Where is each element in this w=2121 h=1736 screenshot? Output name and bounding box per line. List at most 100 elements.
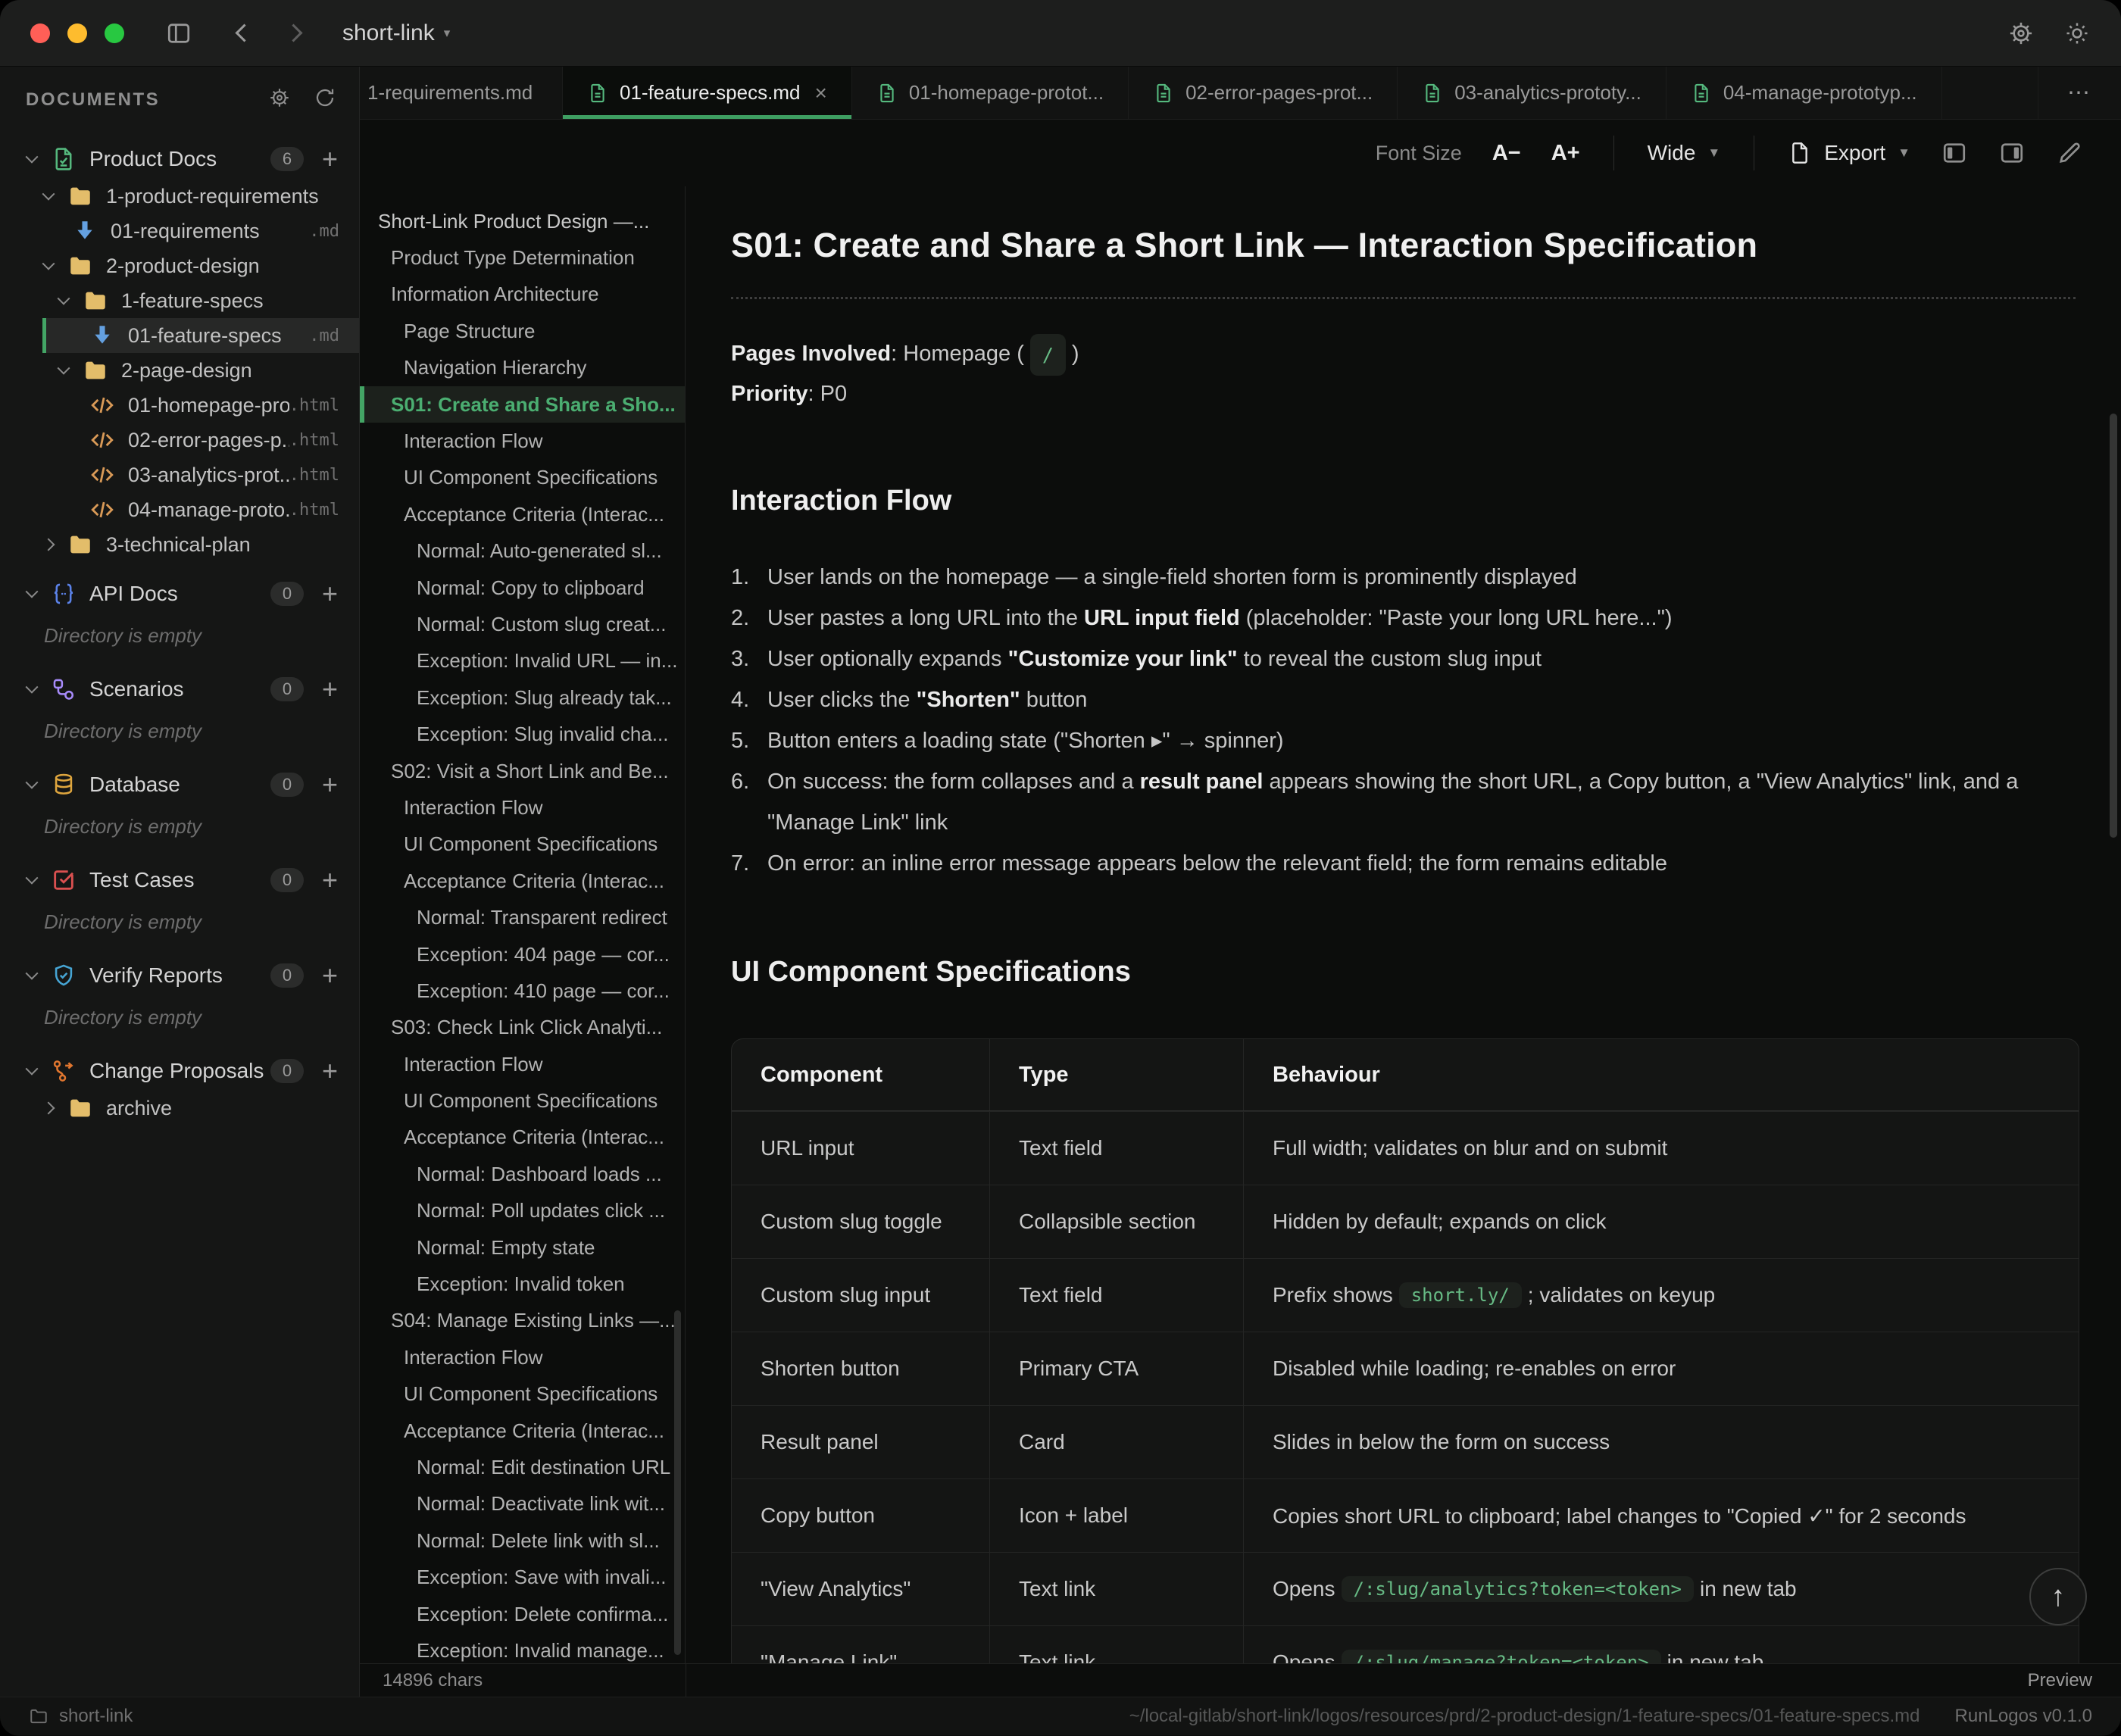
sidebar-section-verify-reports[interactable]: Verify Reports0+: [0, 956, 359, 995]
flow-item-text: User optionally expands "Customize your …: [767, 639, 1542, 679]
sidebar-section-api-docs[interactable]: API Docs0+: [0, 574, 359, 614]
gear-icon[interactable]: [2007, 20, 2035, 47]
tab-04-manage-prototyp-[interactable]: 04-manage-prototyp...: [1666, 67, 1942, 119]
toc-item[interactable]: Normal: Custom slug creat...: [360, 606, 685, 642]
toc-item[interactable]: Acceptance Criteria (Interac...: [360, 863, 685, 899]
toc-item[interactable]: Normal: Dashboard loads ...: [360, 1156, 685, 1192]
sidebar-item-archive[interactable]: archive: [0, 1091, 359, 1126]
sidebar-item-01-requirements[interactable]: 01-requirements.md: [0, 214, 359, 248]
toc-item[interactable]: Normal: Transparent redirect: [360, 899, 685, 935]
toc-item[interactable]: Normal: Copy to clipboard: [360, 570, 685, 606]
sidebar-item-2-page-design[interactable]: 2-page-design: [0, 353, 359, 388]
tab-02-error-pages-prot-[interactable]: 02-error-pages-prot...: [1129, 67, 1398, 119]
close-window-button[interactable]: [30, 23, 50, 43]
add-button[interactable]: +: [322, 962, 338, 989]
toc-item[interactable]: S01: Create and Share a Sho...: [360, 386, 685, 423]
toc-item[interactable]: Normal: Delete link with sl...: [360, 1522, 685, 1559]
toc-item[interactable]: Interaction Flow: [360, 1339, 685, 1375]
tab-1-requirements-md[interactable]: 1-requirements.md: [360, 67, 563, 119]
tab-01-homepage-protot-[interactable]: 01-homepage-protot...: [852, 67, 1129, 119]
toc-item[interactable]: Exception: Save with invali...: [360, 1559, 685, 1595]
tab-01-feature-specs-md[interactable]: 01-feature-specs.md×: [563, 67, 852, 119]
toc-item[interactable]: Normal: Auto-generated sl...: [360, 533, 685, 570]
forward-icon[interactable]: [284, 23, 302, 42]
window-title[interactable]: short-link ▾: [342, 20, 450, 46]
panel-left-toggle-icon[interactable]: [1941, 139, 1968, 167]
add-button[interactable]: +: [322, 1057, 338, 1085]
flow-item-text: Button enters a loading state ("Shorten …: [767, 720, 1284, 761]
toc-item[interactable]: Information Architecture: [360, 276, 685, 313]
toc-item[interactable]: Acceptance Criteria (Interac...: [360, 1413, 685, 1449]
toc-item[interactable]: Exception: Invalid token: [360, 1266, 685, 1302]
toc-item[interactable]: Exception: Delete confirma...: [360, 1596, 685, 1632]
toc-scrollbar[interactable]: [674, 1310, 681, 1655]
main-scrollbar[interactable]: [2110, 414, 2117, 838]
sun-icon[interactable]: [2063, 20, 2091, 47]
sidebar-item-1-product-requirements[interactable]: 1-product-requirements: [0, 179, 359, 214]
sidebar-toggle-icon[interactable]: [165, 20, 192, 47]
edit-pencil-icon[interactable]: [2056, 139, 2083, 167]
add-button[interactable]: +: [322, 676, 338, 703]
refresh-icon[interactable]: [314, 86, 336, 114]
toc-item[interactable]: Exception: 410 page — cor...: [360, 973, 685, 1009]
toc-item[interactable]: Navigation Hierarchy: [360, 350, 685, 386]
cell-type: Primary CTA: [989, 1332, 1243, 1405]
add-button[interactable]: +: [322, 771, 338, 798]
sidebar-item-04-manage-proto-[interactable]: 04-manage-proto....html: [0, 492, 359, 527]
sidebar-section-scenarios[interactable]: Scenarios0+: [0, 670, 359, 709]
sidebar-section-product-docs[interactable]: Product Docs6+: [0, 139, 359, 179]
toc-item[interactable]: UI Component Specifications: [360, 1082, 685, 1119]
minimize-window-button[interactable]: [67, 23, 87, 43]
zoom-window-button[interactable]: [105, 23, 124, 43]
toc-item[interactable]: Exception: Invalid URL — in...: [360, 643, 685, 679]
sidebar-item-2-product-design[interactable]: 2-product-design: [0, 248, 359, 283]
toc-item[interactable]: UI Component Specifications: [360, 1376, 685, 1413]
toc-item[interactable]: Normal: Deactivate link wit...: [360, 1486, 685, 1522]
toc-item[interactable]: UI Component Specifications: [360, 826, 685, 863]
toc-item[interactable]: Normal: Poll updates click ...: [360, 1193, 685, 1229]
add-button[interactable]: +: [322, 866, 338, 894]
add-button[interactable]: +: [322, 145, 338, 173]
back-icon[interactable]: [235, 23, 253, 42]
toc-item[interactable]: Normal: Empty state: [360, 1229, 685, 1266]
sidebar-section-database[interactable]: Database0+: [0, 765, 359, 804]
toc-item[interactable]: Exception: Slug invalid cha...: [360, 716, 685, 752]
font-decrease-button[interactable]: A−: [1492, 141, 1521, 166]
tab-overflow-button[interactable]: ⋯: [2038, 67, 2121, 119]
toc-item[interactable]: Short-Link Product Design —...: [360, 203, 685, 239]
toc-item[interactable]: Interaction Flow: [360, 789, 685, 826]
tab-03-analytics-prototy-[interactable]: 03-analytics-prototy...: [1398, 67, 1666, 119]
toc-item[interactable]: S03: Check Link Click Analyti...: [360, 1010, 685, 1046]
sidebar-item-01-feature-specs[interactable]: 01-feature-specs.md: [42, 318, 359, 353]
toc-item[interactable]: Product Type Determination: [360, 239, 685, 276]
font-increase-button[interactable]: A+: [1551, 141, 1580, 166]
scroll-to-top-button[interactable]: ↑: [2029, 1568, 2087, 1625]
sidebar-item-1-feature-specs[interactable]: 1-feature-specs: [0, 283, 359, 318]
sidebar-section-test-cases[interactable]: Test Cases0+: [0, 860, 359, 900]
sidebar-settings-gear-icon[interactable]: [268, 86, 291, 114]
width-mode-select[interactable]: Wide ▼: [1648, 141, 1721, 165]
toc-item[interactable]: Acceptance Criteria (Interac...: [360, 496, 685, 532]
panel-right-toggle-icon[interactable]: [1998, 139, 2026, 167]
sidebar-item-02-error-pages-p-[interactable]: 02-error-pages-p....html: [0, 423, 359, 457]
sidebar-item-03-analytics-prot-[interactable]: 03-analytics-prot....html: [0, 457, 359, 492]
toc-item[interactable]: Interaction Flow: [360, 1046, 685, 1082]
sidebar-section-change-proposals[interactable]: Change Proposals0+: [0, 1051, 359, 1091]
export-button[interactable]: Export ▼: [1788, 141, 1910, 165]
toc-item[interactable]: Exception: Invalid manage...: [360, 1632, 685, 1663]
toc-item[interactable]: Page Structure: [360, 313, 685, 349]
folder-icon: [83, 358, 108, 383]
toc-item[interactable]: Exception: 404 page — cor...: [360, 936, 685, 973]
sidebar-item-01-homepage-pro-[interactable]: 01-homepage-pro....html: [0, 388, 359, 423]
toc-item[interactable]: S04: Manage Existing Links —...: [360, 1303, 685, 1339]
toc-item[interactable]: S02: Visit a Short Link and Be...: [360, 753, 685, 789]
add-button[interactable]: +: [322, 580, 338, 607]
toc-item[interactable]: UI Component Specifications: [360, 460, 685, 496]
shield-icon: [51, 963, 77, 988]
toc-item[interactable]: Normal: Edit destination URL: [360, 1449, 685, 1485]
toc-item[interactable]: Acceptance Criteria (Interac...: [360, 1119, 685, 1156]
sidebar-item-3-technical-plan[interactable]: 3-technical-plan: [0, 527, 359, 562]
toc-item[interactable]: Exception: Slug already tak...: [360, 679, 685, 716]
toc-item[interactable]: Interaction Flow: [360, 423, 685, 459]
close-icon[interactable]: ×: [814, 81, 826, 105]
